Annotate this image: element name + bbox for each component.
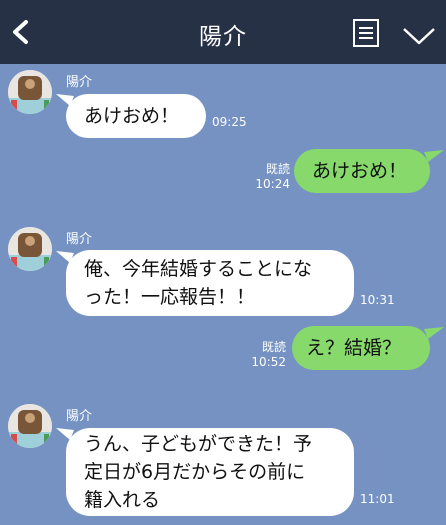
message-time: 10:31 bbox=[360, 293, 395, 307]
message-bubble[interactable]: うん、子どもができた！予 定日が6月だからその前に 籍入れる bbox=[66, 428, 354, 516]
message-text: あけおめ！ bbox=[312, 160, 408, 182]
sender-name: 陽介 bbox=[66, 75, 93, 90]
notes-icon[interactable] bbox=[352, 18, 380, 48]
sender-name: 陽介 bbox=[66, 232, 93, 247]
message-time: 11:01 bbox=[360, 492, 395, 506]
sender-name: 陽介 bbox=[66, 409, 93, 424]
avatar[interactable] bbox=[8, 404, 52, 448]
bubble-tail bbox=[424, 150, 444, 162]
message-text: うん、子どもができた！予 定日が6月だからその前に 籍入れる bbox=[84, 433, 313, 511]
message-text: え？結婚？ bbox=[306, 337, 402, 359]
message-time: 09:25 bbox=[212, 115, 247, 129]
message-time: 10:52 bbox=[251, 355, 286, 369]
avatar[interactable] bbox=[8, 227, 52, 271]
avatar[interactable] bbox=[8, 70, 52, 114]
message-bubble[interactable]: え？結婚？ bbox=[292, 326, 430, 370]
read-receipt: 既読 bbox=[265, 162, 290, 176]
message-bubble[interactable]: 俺、今年結婚することにな った！一応報告！！ bbox=[66, 250, 354, 316]
chat-header: 陽介 bbox=[0, 0, 446, 64]
message-text: 俺、今年結婚することにな った！一応報告！！ bbox=[84, 258, 313, 308]
message-bubble[interactable]: あけおめ！ bbox=[66, 94, 206, 138]
read-receipt: 既読 bbox=[261, 340, 286, 354]
message-text: あけおめ！ bbox=[84, 105, 180, 127]
message-bubble[interactable]: あけおめ！ bbox=[294, 149, 430, 193]
message-time: 10:24 bbox=[255, 177, 290, 191]
chevron-down-icon[interactable] bbox=[402, 26, 436, 46]
bubble-tail bbox=[424, 327, 444, 339]
